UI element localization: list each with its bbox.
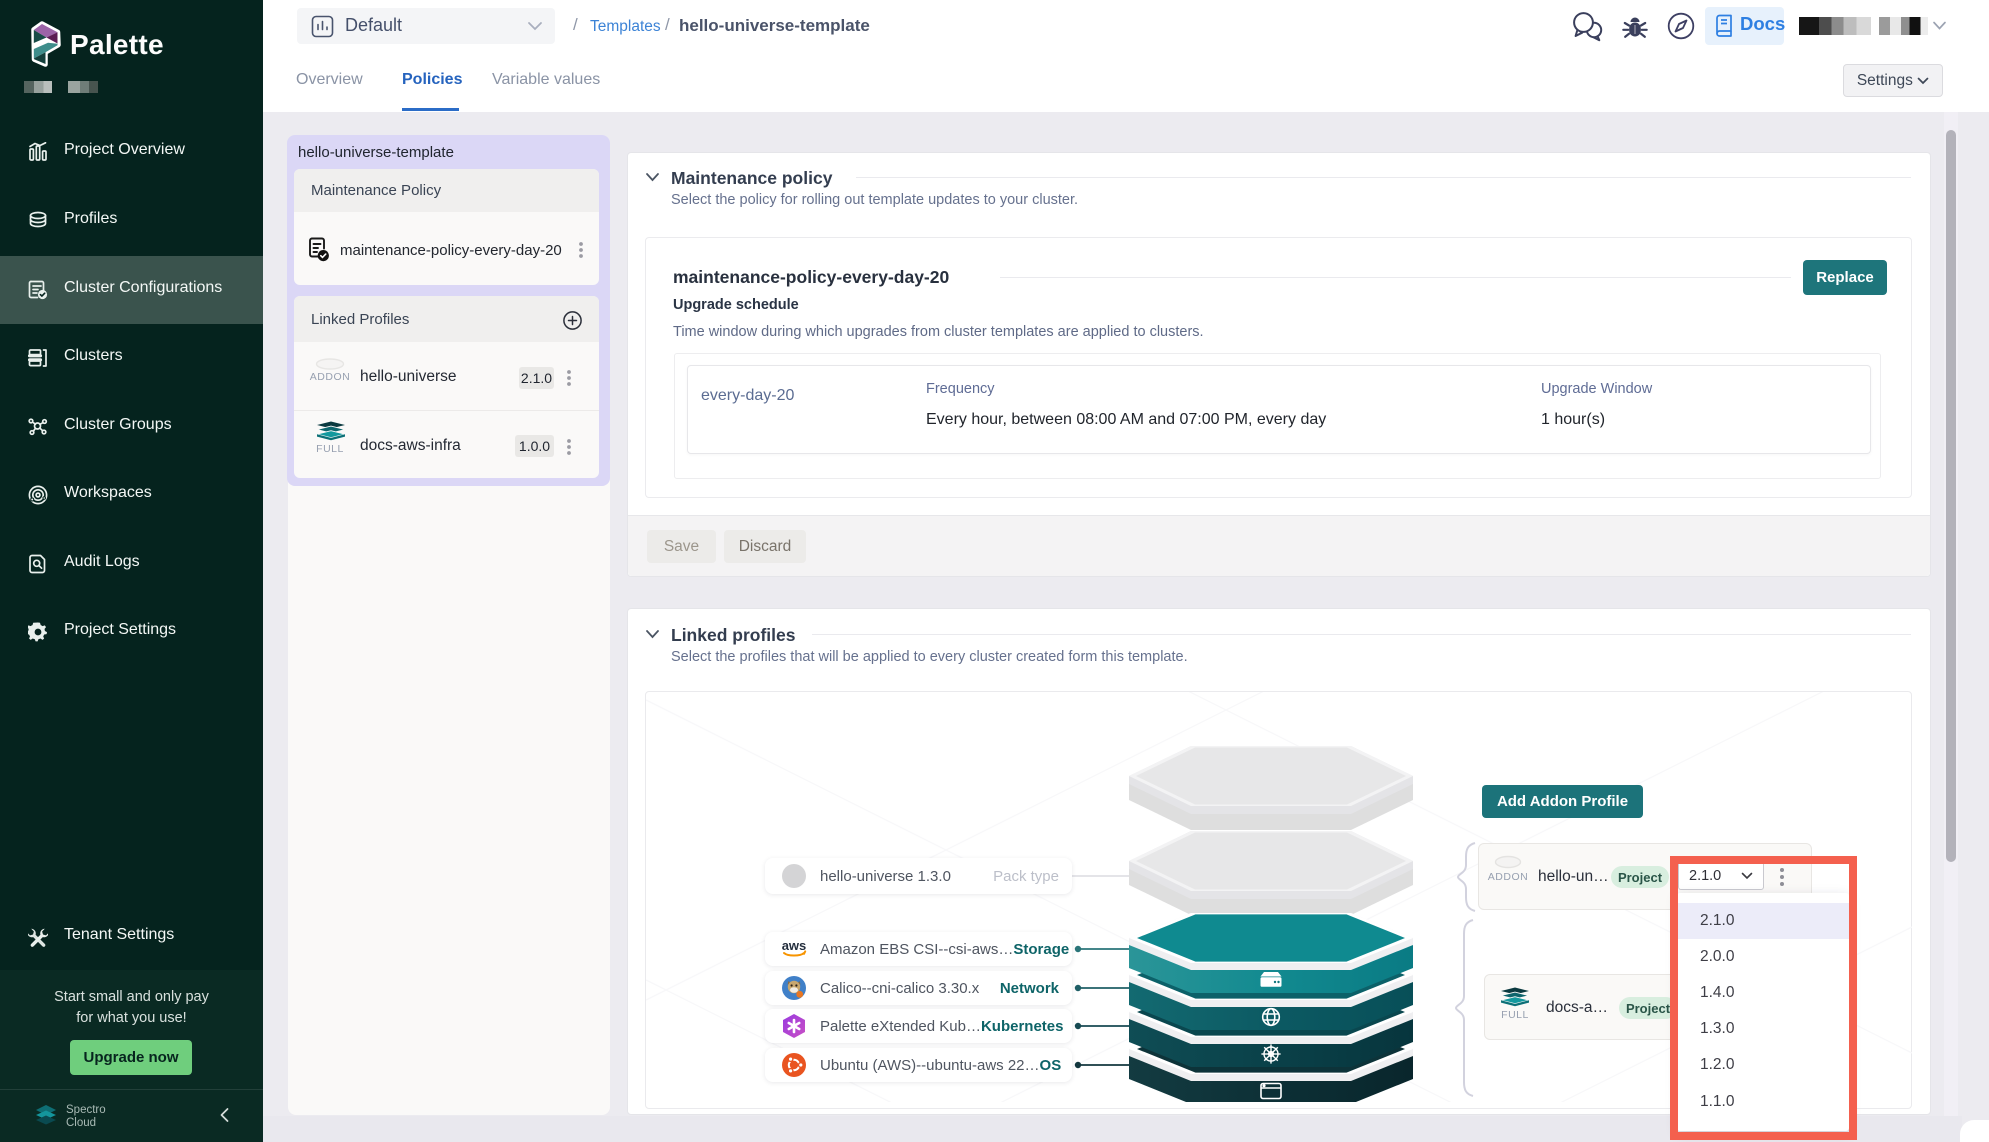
svg-text:aws: aws xyxy=(782,938,807,953)
